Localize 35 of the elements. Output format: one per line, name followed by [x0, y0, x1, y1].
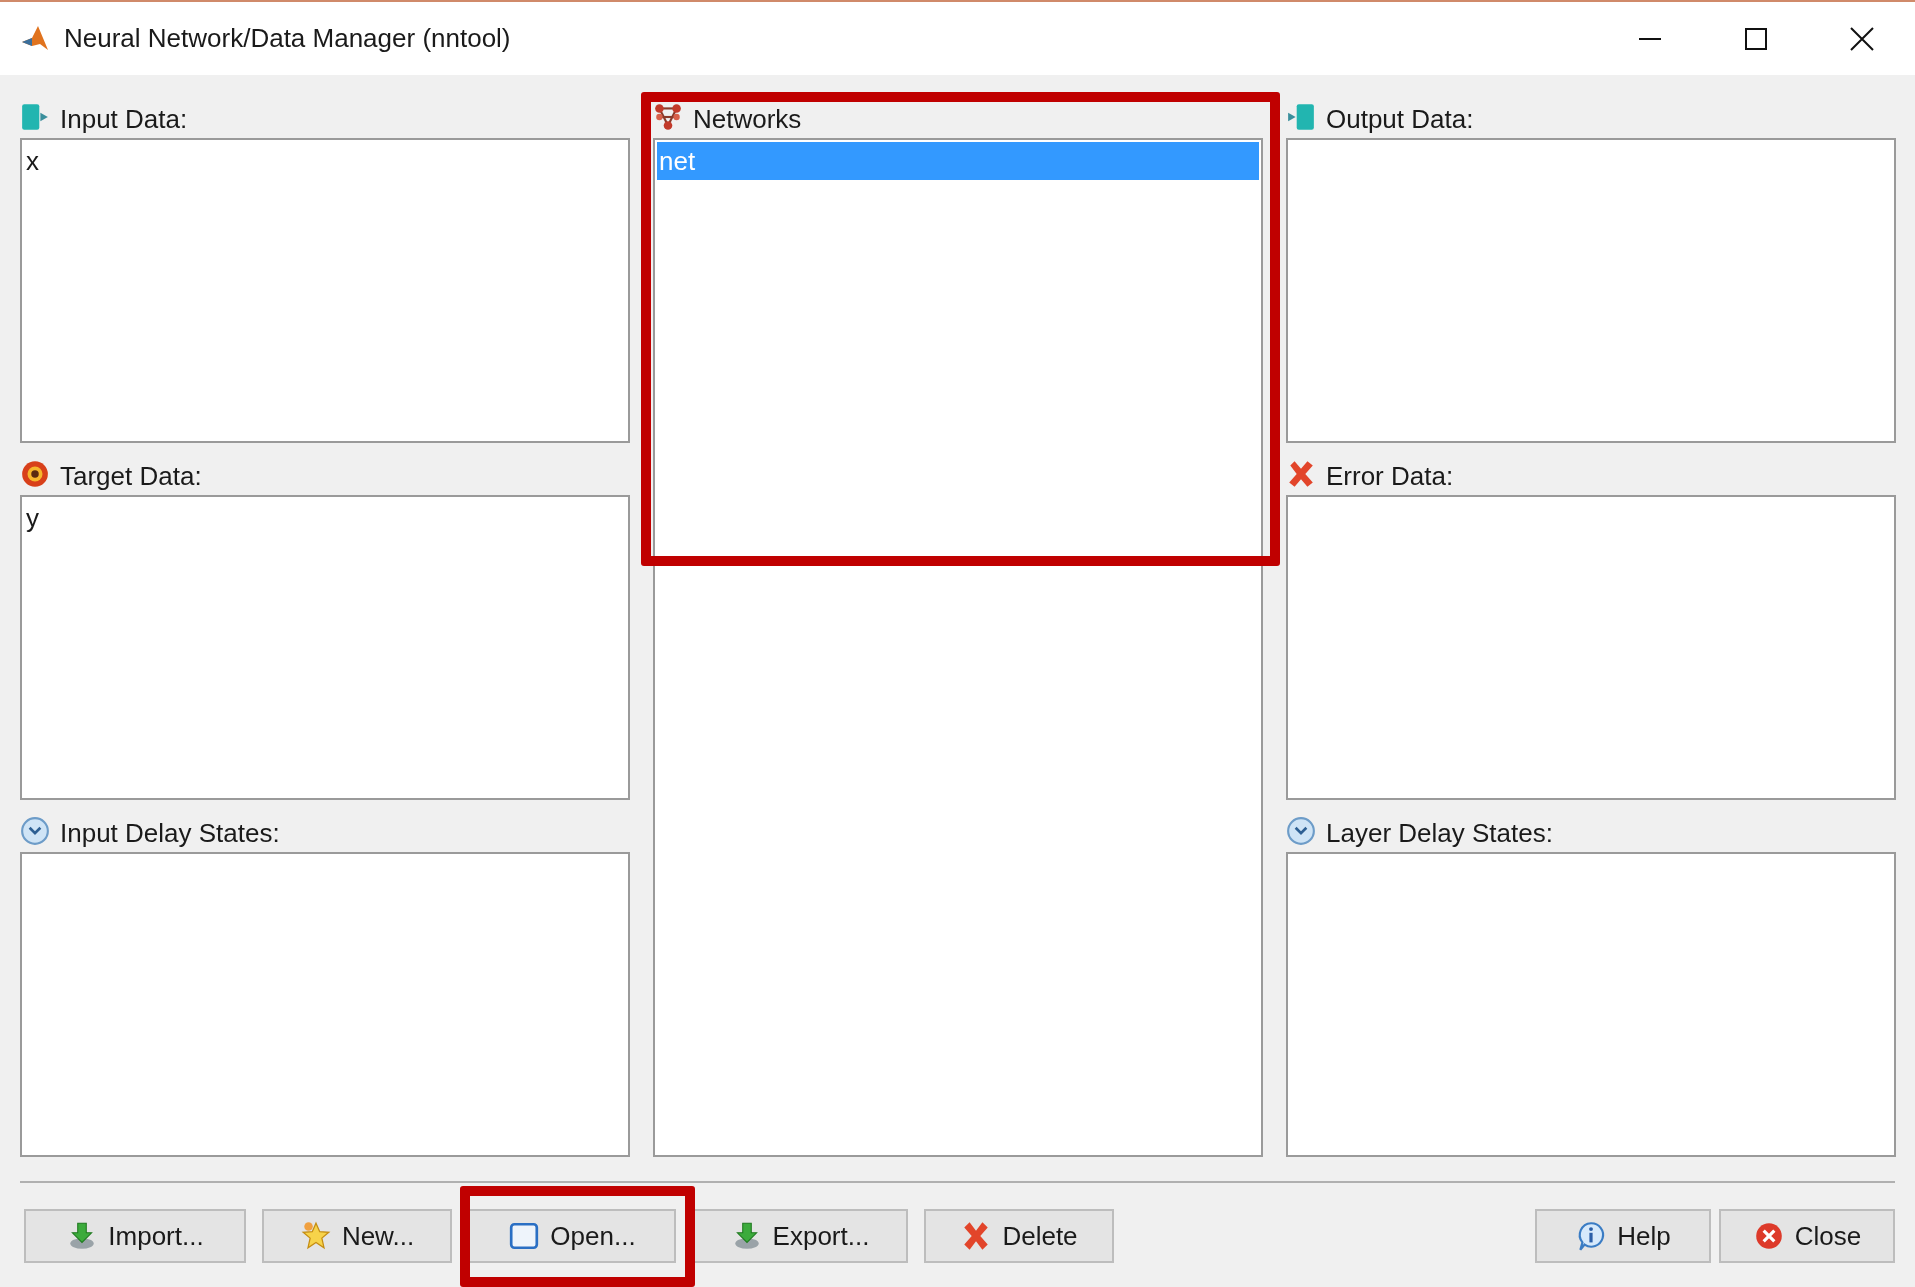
panel-label: Target Data:	[60, 460, 202, 493]
input-icon	[20, 102, 50, 132]
maximize-icon	[1744, 26, 1768, 51]
data-list[interactable]	[20, 852, 630, 1157]
list-item[interactable]: x	[24, 142, 626, 180]
open-button[interactable]: Open...	[468, 1209, 676, 1263]
window-title: Neural Network/Data Manager (nntool)	[64, 23, 512, 54]
chevron-circle-icon	[20, 816, 50, 846]
target-icon	[20, 459, 50, 489]
panel-label: Error Data:	[1326, 460, 1454, 493]
panel-label: Layer Delay States:	[1326, 817, 1553, 850]
delete-button[interactable]: Delete	[924, 1209, 1114, 1263]
list-item[interactable]: y	[24, 499, 626, 537]
export-button[interactable]: Export...	[692, 1209, 908, 1263]
x-mark-icon	[1286, 459, 1316, 489]
network-icon	[653, 102, 683, 132]
panel-label: Input Data:	[60, 103, 188, 136]
close-icon	[1849, 25, 1875, 52]
star-icon	[299, 1220, 332, 1252]
help-button[interactable]: Help	[1535, 1209, 1711, 1263]
data-list[interactable]	[1286, 495, 1896, 800]
data-list[interactable]	[1286, 852, 1896, 1157]
import-button[interactable]: Import...	[24, 1209, 246, 1263]
data-list[interactable]: x	[20, 138, 630, 443]
window-icon	[508, 1220, 541, 1252]
panel-label: Output Data:	[1326, 103, 1474, 136]
data-list[interactable]	[1286, 138, 1896, 443]
data-list[interactable]: y	[20, 495, 630, 800]
panel-label: Networks	[693, 103, 802, 136]
new-button[interactable]: New...	[262, 1209, 452, 1263]
output-icon	[1286, 102, 1316, 132]
minimize-icon	[1639, 37, 1661, 40]
close-button[interactable]: Close	[1719, 1209, 1895, 1263]
chevron-circle-icon	[1286, 816, 1316, 846]
panel-label: Input Delay States:	[60, 817, 280, 850]
